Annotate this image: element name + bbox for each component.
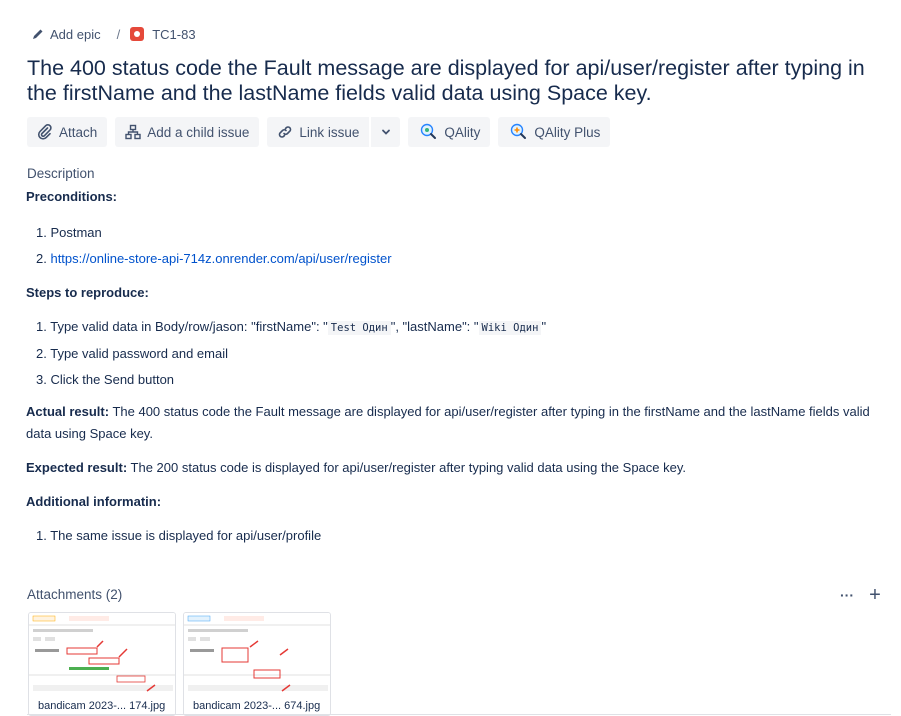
- steps-heading: Steps to reproduce:: [26, 285, 149, 300]
- expected-result: Expected result: The 200 status code is …: [26, 457, 886, 479]
- attachment-card[interactable]: bandicam 2023-... 174.jpg: [28, 612, 176, 716]
- list-number: 2.: [36, 251, 47, 266]
- additional-info-heading: Additional informatin:: [26, 494, 162, 509]
- additional-info-list: 1. The same issue is displayed for api/u…: [26, 527, 886, 545]
- attachments-list: bandicam 2023-... 174.jpg bandicam 2023-…: [28, 612, 338, 716]
- qality-icon: [421, 123, 437, 139]
- code-snippet: Wiki Один: [478, 321, 542, 335]
- link-icon: [279, 126, 292, 138]
- link-issue-dropdown[interactable]: [371, 117, 401, 147]
- attachment-thumbnail: [184, 613, 330, 699]
- issue-toolbar: Attach Add a child issue Link issue QAli…: [27, 117, 618, 147]
- breadcrumb-separator: /: [116, 26, 121, 42]
- list-item: 3. Click the Send button: [36, 372, 175, 387]
- divider: [27, 714, 891, 715]
- preconditions-list: 1. Postman 2. https://online-store-api-7…: [26, 224, 886, 268]
- list-item: 1. Type valid data in Body/row/jason: "f…: [36, 318, 886, 337]
- description-body[interactable]: Preconditions: 1. Postman 2. https://onl…: [26, 188, 886, 545]
- qality-plus-label: QAlity Plus: [534, 124, 601, 140]
- attach-button[interactable]: Attach: [27, 117, 108, 147]
- actual-result-label: Actual result:: [26, 404, 110, 419]
- attachment-card[interactable]: bandicam 2023-... 674.jpg: [183, 612, 331, 716]
- list-item: 2. Type valid password and email: [36, 346, 228, 361]
- hierarchy-icon: [125, 124, 141, 140]
- qality-plus-icon: [511, 123, 527, 139]
- description-label: Description: [27, 166, 95, 181]
- link-issue-label: Link issue: [299, 124, 360, 140]
- step-text: ": [541, 319, 547, 334]
- paperclip-icon: [37, 124, 52, 140]
- attachment-filename: bandicam 2023-... 674.jpg: [193, 700, 321, 712]
- breadcrumb: Add epic / TC1-83: [31, 24, 196, 44]
- qality-label: QAlity: [444, 124, 481, 140]
- link-issue-button[interactable]: Link issue: [267, 117, 370, 147]
- qality-button[interactable]: QAlity: [408, 117, 491, 147]
- attachment-filename: bandicam 2023-... 174.jpg: [38, 700, 166, 712]
- list-item: 1. The same issue is displayed for api/u…: [36, 528, 322, 543]
- bug-icon: [130, 27, 145, 41]
- attach-label: Attach: [59, 124, 98, 140]
- more-options-button[interactable]: ···: [836, 584, 858, 606]
- attachment-thumbnail: [29, 613, 175, 699]
- chevron-down-icon: [381, 129, 390, 135]
- code-snippet: Test Один: [327, 321, 391, 335]
- preconditions-heading: Preconditions:: [26, 189, 118, 204]
- issue-key-link[interactable]: TC1-83: [152, 27, 195, 42]
- step-text: 1. Type valid data in Body/row/jason: "f…: [36, 319, 328, 334]
- steps-list: 1. Type valid data in Body/row/jason: "f…: [26, 318, 886, 389]
- qality-plus-button[interactable]: QAlity Plus: [498, 117, 611, 147]
- add-attachment-button[interactable]: +: [864, 584, 886, 606]
- actual-result-text: The 400 status code the Fault message ar…: [26, 404, 870, 441]
- attachments-actions: ··· +: [830, 584, 886, 606]
- actual-result: Actual result: The 400 status code the F…: [26, 401, 886, 445]
- list-item: 1. Postman: [36, 225, 102, 240]
- list-item: 2. https://online-store-api-714z.onrende…: [36, 250, 886, 268]
- step-text: ", "lastName": ": [390, 319, 479, 334]
- expected-result-text: The 200 status code is displayed for api…: [127, 460, 686, 475]
- issue-title[interactable]: The 400 status code the Fault message ar…: [27, 56, 897, 106]
- register-url-link[interactable]: https://online-store-api-714z.onrender.c…: [50, 251, 391, 266]
- attachments-label: Attachments (2): [27, 587, 123, 602]
- pencil-icon: [31, 27, 45, 41]
- add-child-issue-button[interactable]: Add a child issue: [115, 117, 260, 147]
- expected-result-label: Expected result:: [26, 460, 128, 475]
- add-child-issue-label: Add a child issue: [147, 124, 250, 140]
- add-epic-link[interactable]: Add epic: [50, 27, 101, 42]
